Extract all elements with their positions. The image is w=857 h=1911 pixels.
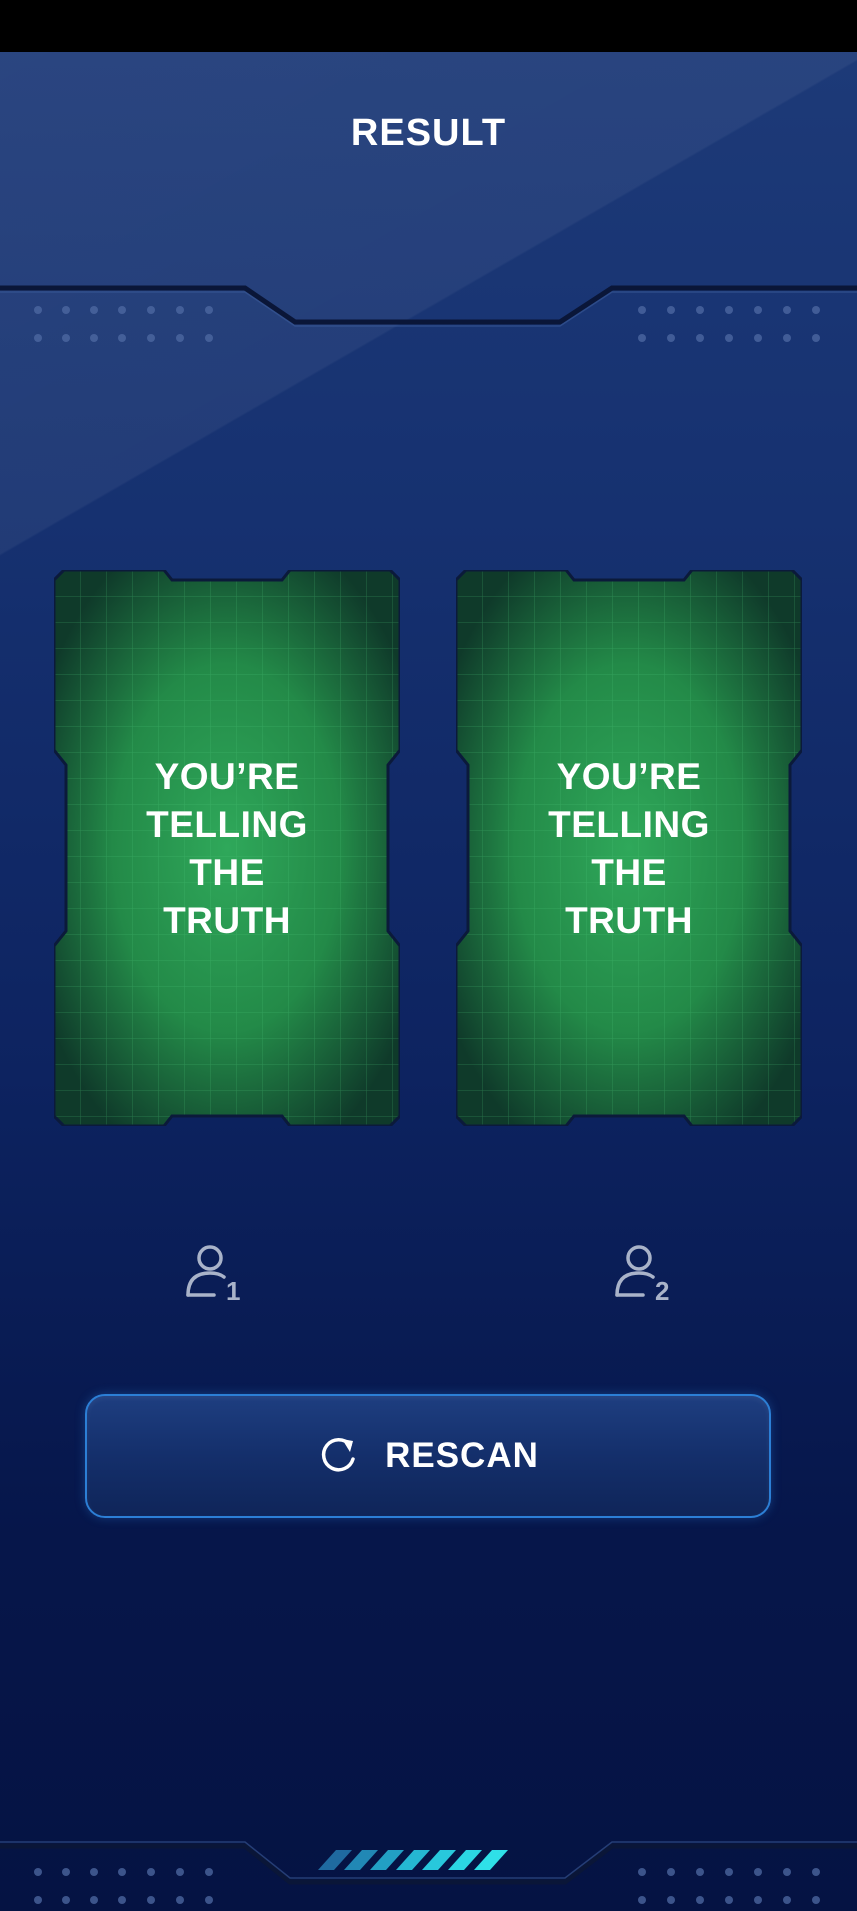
player-1-icon: 1 (186, 1245, 240, 1302)
verdict-line: THE (591, 852, 667, 893)
player-number: 1 (226, 1276, 240, 1302)
verdict-text: YOU’RE TELLING THE TRUTH (54, 753, 400, 945)
player-number: 2 (655, 1276, 669, 1302)
result-screen: RESULT YOU’RE TELLING THE TRUTH YOU’RE T… (0, 52, 857, 1911)
verdict-text: YOU’RE TELLING THE TRUTH (456, 753, 802, 945)
top-frame-decoration (0, 285, 857, 342)
result-card-player-1: YOU’RE TELLING THE TRUTH (54, 570, 400, 1126)
verdict-line: YOU’RE (154, 756, 300, 797)
status-bar (0, 0, 857, 52)
refresh-icon (322, 1438, 355, 1472)
page-title: RESULT (350, 112, 507, 154)
verdict-line: TRUTH (565, 900, 693, 941)
rescan-button[interactable]: RESCAN (85, 1394, 771, 1518)
rescan-label: RESCAN (385, 1436, 539, 1475)
verdict-line: TELLING (548, 804, 710, 845)
player-2-icon: 2 (615, 1245, 669, 1302)
verdict-line: TELLING (146, 804, 308, 845)
verdict-line: THE (189, 852, 265, 893)
bottom-frame-decoration (0, 1841, 857, 1904)
result-card-player-2: YOU’RE TELLING THE TRUTH (456, 570, 802, 1126)
verdict-line: YOU’RE (556, 756, 702, 797)
verdict-line: TRUTH (163, 900, 291, 941)
progress-stripes (318, 1850, 508, 1870)
